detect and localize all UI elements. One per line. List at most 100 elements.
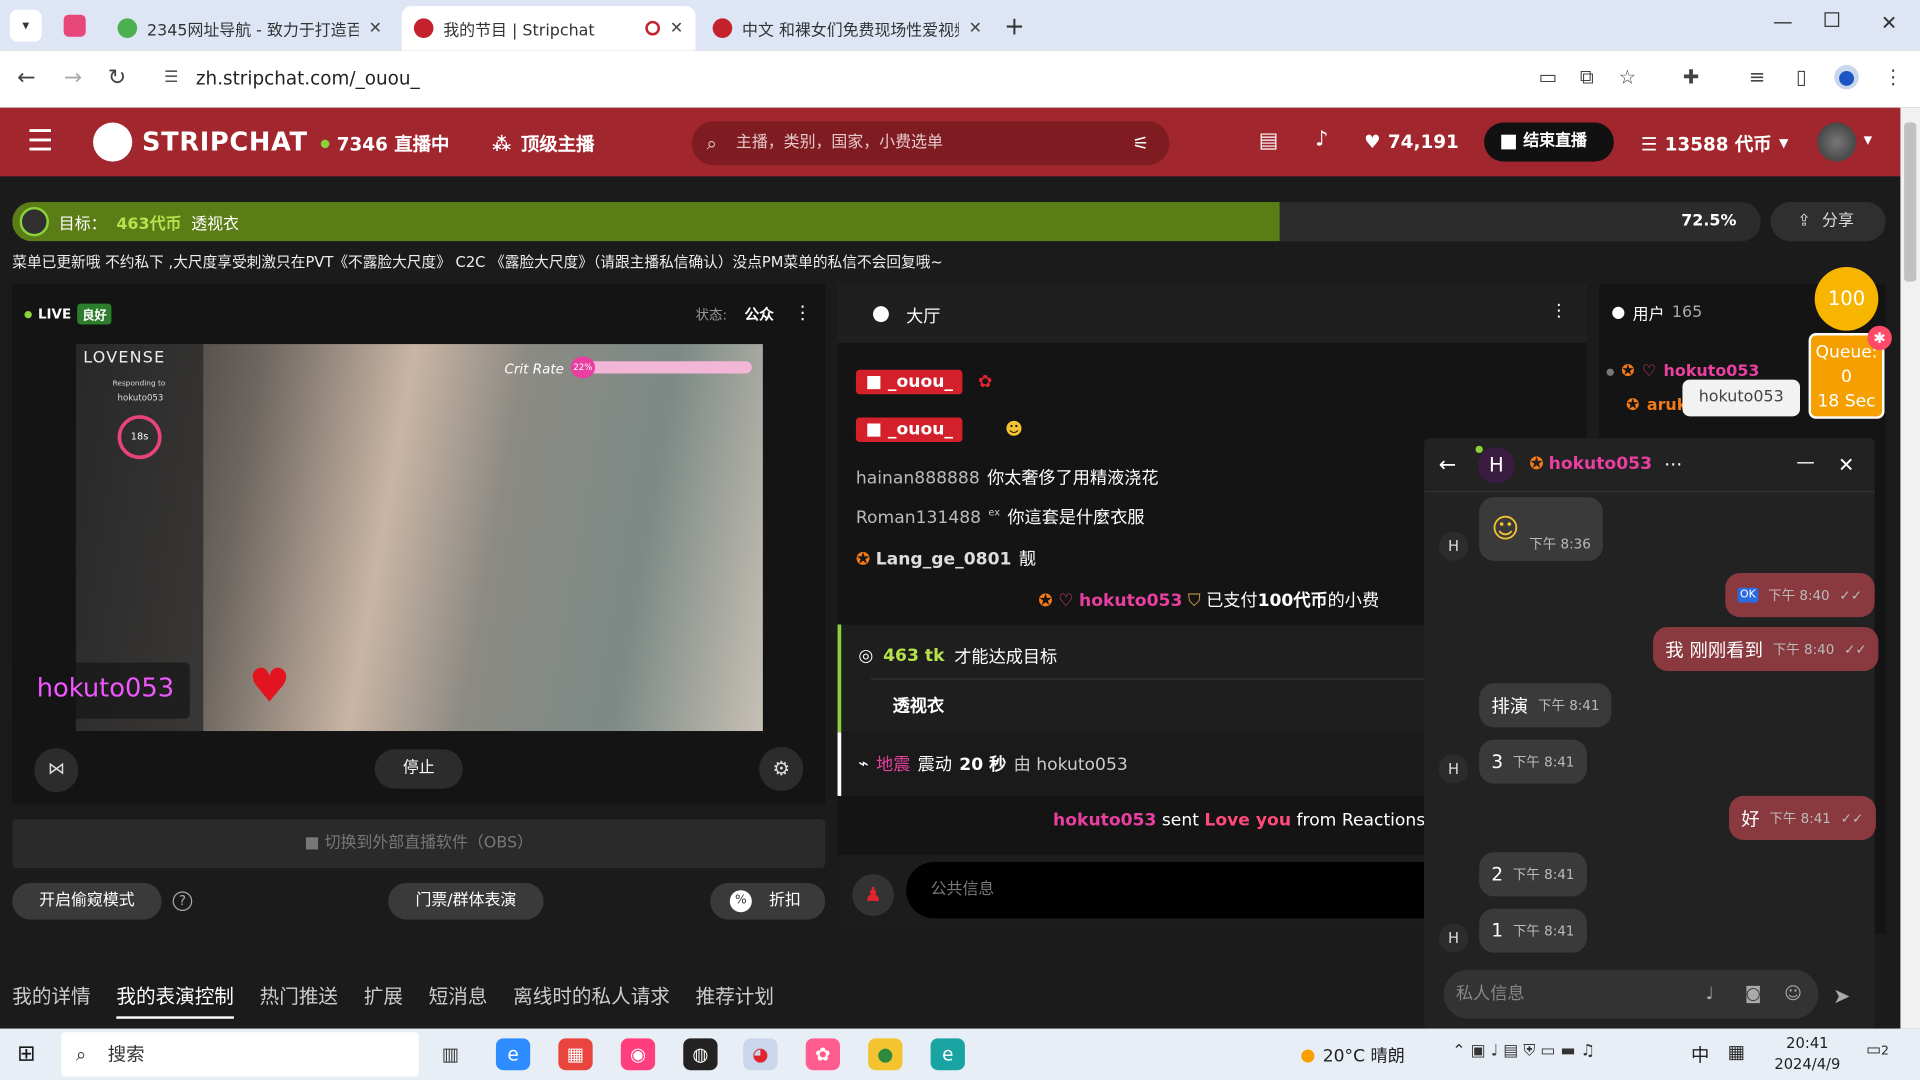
edge-icon[interactable]: e: [930, 1038, 965, 1071]
messages-icon[interactable]: ▤: [1259, 129, 1279, 153]
site-settings-icon[interactable]: ☰: [164, 58, 178, 100]
app-pink-icon[interactable]: ◉: [620, 1038, 656, 1071]
close-pm-icon[interactable]: ✕: [1838, 453, 1854, 476]
minimize-pm-icon[interactable]: —: [1796, 451, 1814, 473]
more-options-icon[interactable]: ⋮: [793, 301, 811, 323]
ime-grid-icon[interactable]: ▦: [1728, 1041, 1745, 1063]
browser-e-icon[interactable]: e: [495, 1038, 531, 1071]
flip-camera-button[interactable]: ⋈: [34, 748, 79, 793]
close-tab-icon[interactable]: ✕: [369, 19, 382, 37]
star-icon[interactable]: ☆: [1615, 65, 1639, 89]
tab-show-control[interactable]: 我的表演控制: [116, 980, 234, 1019]
tab-my-details[interactable]: 我的详情: [12, 980, 90, 1019]
tray-icons[interactable]: ⌃ ▣ ♩ ▤ ⛨ ▭ ▬ ♫: [1452, 1042, 1595, 1060]
live-count-link[interactable]: 7346 直播中: [320, 131, 449, 157]
ticket-show-button[interactable]: 门票/群体表演: [388, 882, 544, 920]
pinned-tab[interactable]: [63, 14, 86, 37]
media-icon[interactable]: ≡: [1745, 65, 1769, 89]
search-input[interactable]: ⌕ 主播，类别，国家，小费选单 ⚟: [691, 121, 1170, 166]
tab-referral[interactable]: 推荐计划: [696, 980, 774, 1019]
gear-badge-icon: ✱: [1867, 325, 1892, 351]
hamburger-menu-icon[interactable]: ☰: [27, 124, 53, 158]
end-live-button[interactable]: 结束直播: [1484, 122, 1614, 162]
url-field[interactable]: ☰ zh.stripchat.com/_ouou_: [151, 57, 1426, 100]
restore-button[interactable]: [1824, 12, 1840, 27]
back-arrow-icon[interactable]: ←: [1439, 453, 1456, 477]
users-header[interactable]: ● 用户 165: [1611, 301, 1702, 325]
avatar[interactable]: [1817, 122, 1857, 162]
reload-icon[interactable]: ↻: [108, 65, 126, 91]
queue-tokens-badge[interactable]: 100: [1814, 266, 1879, 331]
tab-stripchat-cn[interactable]: 中文 和裸女们免费现场性爱视频 ✕: [700, 6, 994, 50]
discount-button[interactable]: % 折扣: [710, 882, 826, 920]
goal-text: 目标： 463代币 透视衣: [19, 206, 239, 237]
task-view-icon[interactable]: ▥: [433, 1038, 467, 1070]
user-row[interactable]: ✪ aruk: [1626, 397, 1687, 415]
favorites-count[interactable]: ♥ 74,191: [1364, 131, 1459, 153]
back-icon[interactable]: ←: [17, 65, 35, 91]
taskbar-search[interactable]: ⌕ 搜索: [61, 1032, 419, 1077]
top-models-link[interactable]: ⁂ 顶级主播: [492, 131, 594, 157]
spy-mode-button[interactable]: 开启偷窥模式: [12, 882, 162, 920]
settings-gear-icon[interactable]: ⚙: [759, 746, 804, 792]
install-icon[interactable]: ⧉: [1575, 65, 1599, 89]
stop-button[interactable]: 停止: [374, 749, 463, 789]
tab-list-button[interactable]: ▾: [9, 9, 42, 42]
send-icon[interactable]: ➤: [1833, 984, 1850, 1008]
filter-icon[interactable]: ⚟: [1133, 121, 1149, 165]
close-tab-icon[interactable]: ✕: [969, 19, 982, 37]
app-red-icon[interactable]: ▦: [558, 1038, 593, 1071]
tab-2345[interactable]: 2345网址导航 - 致力于打造百年品牌 ✕: [105, 6, 394, 50]
share-button[interactable]: ⇪ 分享: [1770, 202, 1886, 242]
sidepanel-icon[interactable]: ▯: [1789, 65, 1813, 89]
avatar-chevron-icon[interactable]: ▼: [1864, 135, 1872, 147]
forward-icon[interactable]: →: [64, 65, 82, 91]
app-flower-icon[interactable]: ✿: [805, 1038, 841, 1071]
obs-switch-button[interactable]: ■ 切换到外部直播软件（OBS）: [12, 819, 826, 869]
notification-icon[interactable]: ▭2: [1866, 1041, 1900, 1068]
ime-indicator[interactable]: 中: [1691, 1042, 1709, 1068]
broadcaster-badge[interactable]: ■ _ouou_: [855, 369, 963, 395]
browser-menu-icon[interactable]: ⋮: [1881, 65, 1905, 89]
close-tab-icon[interactable]: ✕: [670, 19, 683, 37]
status-value[interactable]: 公众: [744, 304, 773, 325]
address-bar: ← → ↻ ☰ zh.stripchat.com/_ouou_ ▭ ⧉ ☆ ✚ …: [0, 50, 1920, 108]
chrome-icon[interactable]: ◕: [743, 1038, 778, 1071]
tab-extensions[interactable]: 扩展: [364, 980, 403, 1019]
chat-options-icon[interactable]: ⋮: [1550, 301, 1567, 321]
camera-icon[interactable]: ▭: [1536, 65, 1560, 89]
bell-icon[interactable]: ♪: [1315, 127, 1328, 151]
help-icon[interactable]: ?: [172, 891, 193, 912]
app-ball-icon[interactable]: ●: [868, 1038, 903, 1071]
close-window-button[interactable]: ✕: [1881, 11, 1897, 34]
public-message-input[interactable]: 公共信息: [906, 862, 1494, 919]
profile-icon[interactable]: ●: [1834, 64, 1859, 90]
extensions-icon[interactable]: ✚: [1679, 65, 1703, 89]
stripchat-logo[interactable]: STRIPCHAT: [93, 122, 308, 162]
pm-options-icon[interactable]: ⋯: [1664, 453, 1682, 475]
page-scrollbar[interactable]: [1900, 107, 1920, 1029]
windows-start-icon[interactable]: ⊞: [17, 1041, 35, 1067]
online-dot-icon: [1475, 445, 1483, 454]
site-header: ☰ STRIPCHAT 7346 直播中 ⁂ 顶级主播 ⌕ 主播，类别，国家，小…: [0, 107, 1901, 177]
pm-username[interactable]: ✪ hokuto053: [1529, 454, 1652, 474]
joystick-icon[interactable]: ♟: [852, 874, 894, 916]
minimize-button[interactable]: —: [1773, 10, 1793, 33]
tab-messages[interactable]: 短消息: [429, 980, 488, 1019]
tokens-dropdown[interactable]: ☰ 13588 代币 ▼: [1641, 131, 1789, 157]
star-badge-icon: ✪: [855, 549, 871, 570]
user-row[interactable]: ✪ ♡ hokuto053: [1606, 362, 1760, 381]
weather-widget[interactable]: ● 20°C 晴朗: [1300, 1043, 1404, 1067]
emoji-icon[interactable]: ☺: [1784, 970, 1802, 1019]
private-message-input[interactable]: 私人信息 ♩ ◙ ☺: [1443, 969, 1819, 1019]
broadcaster-badge[interactable]: ■ _ouou_: [855, 417, 963, 443]
app-record-icon[interactable]: ◍: [683, 1038, 718, 1071]
pm-message-outgoing: OK 下午 8:40 ✓✓: [1725, 573, 1875, 618]
tab-promotion[interactable]: 热门推送: [260, 980, 338, 1019]
tab-stripchat[interactable]: 我的节目 | Stripchat ✕: [401, 6, 696, 51]
camera-icon[interactable]: ◙: [1745, 970, 1762, 1019]
tab-offline-requests[interactable]: 离线时的私人请求: [513, 980, 670, 1019]
microphone-icon[interactable]: ♩: [1706, 970, 1714, 1019]
clock[interactable]: 20:41 2024/4/9: [1773, 1033, 1842, 1075]
new-tab-button[interactable]: +: [1004, 11, 1025, 40]
